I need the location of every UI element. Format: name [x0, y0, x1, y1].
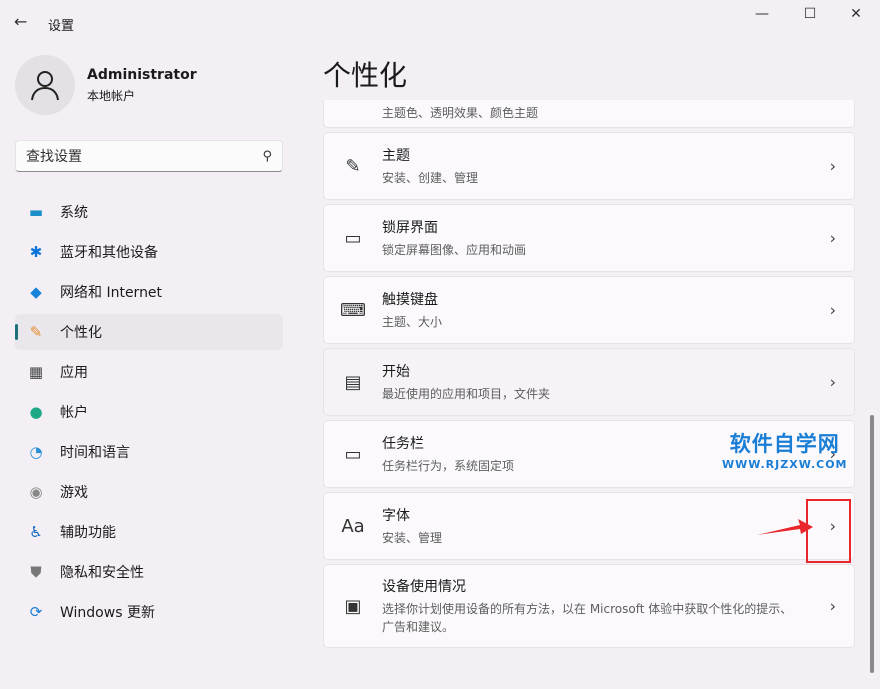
- nav-icon: ◔: [29, 443, 43, 461]
- title-bar: ← 设置 — ☐ ✕: [0, 0, 880, 46]
- card-title: 任务栏: [382, 436, 424, 452]
- card-title: 主题: [382, 148, 410, 164]
- card-title: 锁屏界面: [382, 220, 438, 236]
- nav-icon: ⛊: [30, 563, 42, 581]
- page-title: 个性化: [323, 59, 408, 92]
- card-desc: 主题色、透明效果、颜色主题: [382, 105, 539, 120]
- nav-icon: ◉: [29, 483, 43, 501]
- sidebar-item-label: Windows 更新: [60, 605, 155, 621]
- sidebar-item-label: 个性化: [60, 325, 102, 341]
- card-desc: 安装、创建、管理: [382, 171, 479, 185]
- nav-icon: ▦: [28, 363, 44, 381]
- sidebar-item[interactable]: ⟳ Windows 更新: [15, 594, 283, 630]
- card-icon: ▤: [344, 371, 362, 393]
- sidebar-item[interactable]: ✱ 蓝牙和其他设备: [15, 234, 283, 270]
- sidebar-item[interactable]: ▬ 系统: [15, 194, 283, 230]
- card-title: 设备使用情况: [382, 579, 466, 595]
- card-icon: ▭: [344, 227, 362, 249]
- card-title: 开始: [382, 364, 410, 380]
- sidebar-item-label: 隐私和安全性: [60, 565, 144, 581]
- nav-icon: ▬: [28, 203, 44, 221]
- sidebar-item-label: 网络和 Internet: [60, 285, 163, 301]
- sidebar-item-label: 蓝牙和其他设备: [60, 245, 158, 261]
- sidebar-item-label: 游戏: [60, 485, 88, 501]
- settings-card[interactable]: ✎ 主题安装、创建、管理 ›: [323, 132, 855, 200]
- sidebar-nav: ▬ 系统 ✱ 蓝牙和其他设备 ◆ 网络和 Internet ✎ 个性化 ▦ 应用 ● 帐户 ◔ 时间和语言…: [15, 194, 283, 634]
- chevron-right-icon: ›: [829, 228, 836, 248]
- close-button[interactable]: ✕: [836, 6, 876, 22]
- user-icon: [31, 71, 59, 101]
- user-profile[interactable]: Administrator 本地帐户: [15, 55, 197, 115]
- card-desc: 最近使用的应用和项目，文件夹: [382, 387, 551, 401]
- settings-card[interactable]: ▤ 开始最近使用的应用和项目，文件夹 ›: [323, 348, 855, 416]
- sidebar-item-label: 应用: [60, 365, 88, 381]
- search-placeholder: 查找设置: [26, 149, 82, 165]
- nav-icon: ⟳: [29, 603, 43, 621]
- chevron-right-icon: ›: [829, 596, 836, 616]
- settings-list: 主题色、透明效果、颜色主题 ✎ 主题安装、创建、管理 › ▭ 锁屏界面锁定屏幕图像、应用和…: [323, 100, 855, 689]
- card-desc: 主题、大小: [382, 315, 443, 329]
- watermark-name: 软件自学网: [729, 432, 840, 456]
- nav-icon: ✎: [29, 323, 43, 341]
- scrollbar[interactable]: [870, 415, 874, 673]
- chevron-right-icon: ›: [829, 372, 836, 392]
- card-icon: ⌨: [340, 299, 366, 321]
- chevron-right-icon: ›: [829, 300, 836, 320]
- sidebar-item-label: 时间和语言: [60, 445, 130, 461]
- avatar: [15, 55, 75, 115]
- search-input[interactable]: 查找设置 ⚲: [15, 140, 283, 172]
- search-icon: ⚲: [262, 148, 272, 164]
- settings-card[interactable]: ⌨ 触摸键盘主题、大小 ›: [323, 276, 855, 344]
- sidebar-item[interactable]: ▦ 应用: [15, 354, 283, 390]
- sidebar-item[interactable]: ● 帐户: [15, 394, 283, 430]
- card-title: 字体: [382, 508, 410, 524]
- settings-card[interactable]: 主题色、透明效果、颜色主题: [323, 100, 855, 128]
- card-desc: 选择你计划使用设备的所有方法，以在 Microsoft 体验中获取个性化的提示、…: [382, 602, 793, 634]
- sidebar-item-label: 系统: [60, 205, 88, 221]
- settings-card[interactable]: ▭ 锁屏界面锁定屏幕图像、应用和动画 ›: [323, 204, 855, 272]
- card-icon: Aa: [341, 515, 365, 537]
- back-icon[interactable]: ←: [14, 12, 27, 31]
- card-title: 触摸键盘: [382, 292, 438, 308]
- card-desc: 安装、管理: [382, 531, 443, 545]
- watermark-url: WWW.RJZXW.COM: [722, 458, 848, 471]
- sidebar-item[interactable]: ✎ 个性化: [15, 314, 283, 350]
- card-desc: 锁定屏幕图像、应用和动画: [382, 243, 527, 257]
- maximize-button[interactable]: ☐: [790, 6, 830, 22]
- card-icon: ▣: [344, 595, 362, 617]
- card-icon: ▭: [344, 443, 362, 465]
- nav-icon: ✱: [29, 243, 43, 261]
- sidebar-item[interactable]: ◉ 游戏: [15, 474, 283, 510]
- sidebar-item[interactable]: ◔ 时间和语言: [15, 434, 283, 470]
- nav-icon: ♿: [29, 523, 43, 541]
- sidebar-item[interactable]: ♿ 辅助功能: [15, 514, 283, 550]
- nav-icon: ◆: [30, 283, 42, 301]
- highlight-box: [806, 499, 851, 563]
- sidebar-item-label: 帐户: [60, 405, 88, 421]
- nav-icon: ●: [29, 403, 43, 421]
- card-icon: ✎: [345, 155, 361, 177]
- account-type: 本地帐户: [87, 88, 136, 103]
- user-name: Administrator: [87, 66, 197, 83]
- watermark: 软件自学网 WWW.RJZXW.COM: [722, 428, 848, 471]
- sidebar-item-label: 辅助功能: [60, 525, 116, 541]
- sidebar-item[interactable]: ⛊ 隐私和安全性: [15, 554, 283, 590]
- sidebar-item[interactable]: ◆ 网络和 Internet: [15, 274, 283, 310]
- minimize-button[interactable]: —: [742, 6, 782, 22]
- chevron-right-icon: ›: [829, 156, 836, 176]
- app-title: 设置: [48, 19, 75, 34]
- card-desc: 任务栏行为，系统固定项: [382, 459, 515, 473]
- settings-card[interactable]: ▣ 设备使用情况选择你计划使用设备的所有方法，以在 Microsoft 体验中获取…: [323, 564, 855, 648]
